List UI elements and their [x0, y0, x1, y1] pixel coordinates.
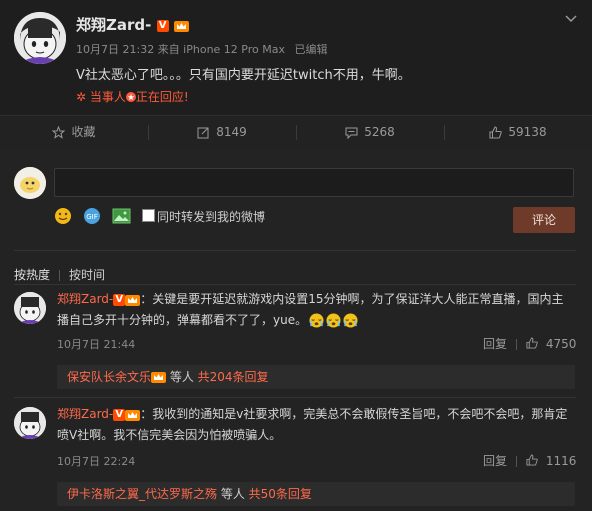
comment-button[interactable]: 5268: [296, 116, 444, 149]
crying-emoji-icon: [326, 313, 341, 328]
comment-author[interactable]: 郑翔Zard-: [57, 407, 113, 421]
comment-actions: 回复 1116: [483, 452, 576, 469]
avatar-image: [14, 12, 66, 64]
member-crown-icon: [125, 295, 141, 306]
live-prefix: 当事人: [89, 90, 126, 104]
gif-icon[interactable]: GIF: [83, 207, 101, 225]
spark-icon: ✲: [76, 90, 87, 104]
divider: [14, 250, 576, 251]
tab-divider: [59, 270, 61, 281]
comment-input[interactable]: [54, 168, 574, 197]
comment-body: 郑翔Zard- V ：我收到的通知是v社要求啊，完美总不会敢假传圣旨吧，不会吧不会吧…: [57, 404, 577, 446]
crying-emoji-icon: [309, 313, 324, 328]
comment-avatar[interactable]: [14, 407, 46, 439]
comment-author[interactable]: 郑翔Zard-: [57, 292, 113, 306]
sub-replies-link[interactable]: 保安队长余文乐 等人 共204条回复: [57, 365, 575, 389]
comment-text-line2: 喷V社啊。我不信完美会因为怕被喷骗人。: [57, 428, 282, 442]
comment-like-count: 4750: [545, 337, 577, 351]
comment-time[interactable]: 10月7日 21:44: [57, 336, 135, 352]
chevron-down-icon[interactable]: [564, 12, 578, 26]
favorite-button[interactable]: 收藏: [0, 116, 148, 149]
tab-time[interactable]: 按时间: [69, 268, 105, 282]
live-response-link[interactable]: ✲ 当事人 正在回应!: [76, 88, 189, 105]
repost-count: 8149: [216, 125, 247, 139]
star-icon: [52, 125, 66, 139]
member-crown-icon: [173, 21, 189, 32]
comment-count: 5268: [364, 125, 395, 139]
repost-button[interactable]: 8149: [148, 116, 296, 149]
sort-tabs: 按热度 按时间: [14, 266, 105, 283]
comment-text-line1: ：关键是要开延迟就游戏内设置15分钟啊，为了保证洋大人能正常直播，国内主: [140, 292, 564, 306]
avatar-image: [14, 167, 46, 199]
submit-comment-button[interactable]: 评论: [513, 207, 575, 233]
reply-button[interactable]: 回复: [483, 337, 507, 351]
repost-icon: [197, 127, 209, 139]
crying-emoji-icon: [343, 313, 358, 328]
avatar-image: [14, 292, 46, 324]
divider: [14, 284, 576, 285]
avatar-image: [14, 407, 46, 439]
thumbs-up-icon: [489, 126, 503, 139]
comment-body: 郑翔Zard- V ：关键是要开延迟就游戏内设置15分钟啊，为了保证洋大人能正常直播…: [57, 289, 577, 331]
thumbs-up-icon[interactable]: [526, 337, 538, 349]
reply-mid: 等人: [166, 370, 198, 384]
star-badge-icon: [125, 92, 136, 102]
live-suffix: 正在回应!: [135, 90, 189, 104]
reply-total[interactable]: 共204条回复: [198, 370, 269, 384]
comment-icon: [345, 127, 358, 140]
action-bar: 收藏 8149 5268 59138: [0, 115, 592, 150]
repost-checkbox-label: 同时转发到我的微博: [157, 210, 266, 224]
comment-like-count: 1116: [545, 454, 577, 468]
member-crown-icon: [125, 410, 141, 421]
comment-text-line2: 播自己多开十分钟的，弹幕都看不了了，yue。: [57, 313, 308, 327]
post-time-source[interactable]: 10月7日 21:32 来自 iPhone 12 Pro Max: [76, 43, 285, 56]
reply-mid: 等人: [217, 487, 249, 501]
post-content: V社太恶心了吧。。。只有国内要开延迟twitch不用，牛啊。: [76, 68, 411, 83]
comment-text-line1: ：我收到的通知是v社要求啊，完美总不会敢假传圣旨吧，不会吧不会吧，那肯定: [140, 407, 568, 421]
edited-label: 已编辑: [294, 43, 328, 56]
ops-divider: [516, 339, 518, 350]
author-name[interactable]: 郑翔Zard-: [76, 16, 151, 34]
like-button[interactable]: 59138: [444, 116, 592, 149]
tab-hot[interactable]: 按热度: [14, 268, 50, 282]
comment-avatar[interactable]: [14, 292, 46, 324]
thumbs-up-icon[interactable]: [526, 454, 538, 466]
like-count: 59138: [508, 125, 547, 139]
reply-total[interactable]: 共50条回复: [249, 487, 312, 501]
verified-v-icon: V: [156, 19, 169, 32]
repost-checkbox[interactable]: [142, 209, 155, 222]
member-crown-icon: [151, 372, 167, 383]
svg-text:GIF: GIF: [86, 213, 98, 221]
my-avatar[interactable]: [14, 167, 46, 199]
divider: [14, 397, 576, 398]
comment-actions: 回复 4750: [483, 335, 576, 352]
reply-user[interactable]: 保安队长余文乐: [67, 370, 151, 384]
favorite-label: 收藏: [71, 125, 96, 139]
image-icon[interactable]: [112, 208, 131, 224]
reply-user[interactable]: 伊卡洛斯之翼_代达罗斯之殇: [67, 487, 217, 501]
author-avatar[interactable]: [14, 12, 66, 64]
ops-divider: [516, 456, 518, 467]
reply-button[interactable]: 回复: [483, 454, 507, 468]
verified-v-icon: V: [113, 293, 126, 306]
author-line: 郑翔Zard- V: [76, 14, 189, 35]
post-meta: 10月7日 21:32 来自 iPhone 12 Pro Max 已编辑: [76, 41, 328, 57]
emoji-icon[interactable]: [54, 207, 72, 225]
comment-time[interactable]: 10月7日 22:24: [57, 453, 135, 469]
verified-v-icon: V: [113, 408, 126, 421]
sub-replies-link[interactable]: 伊卡洛斯之翼_代达罗斯之殇 等人 共50条回复: [57, 482, 575, 506]
